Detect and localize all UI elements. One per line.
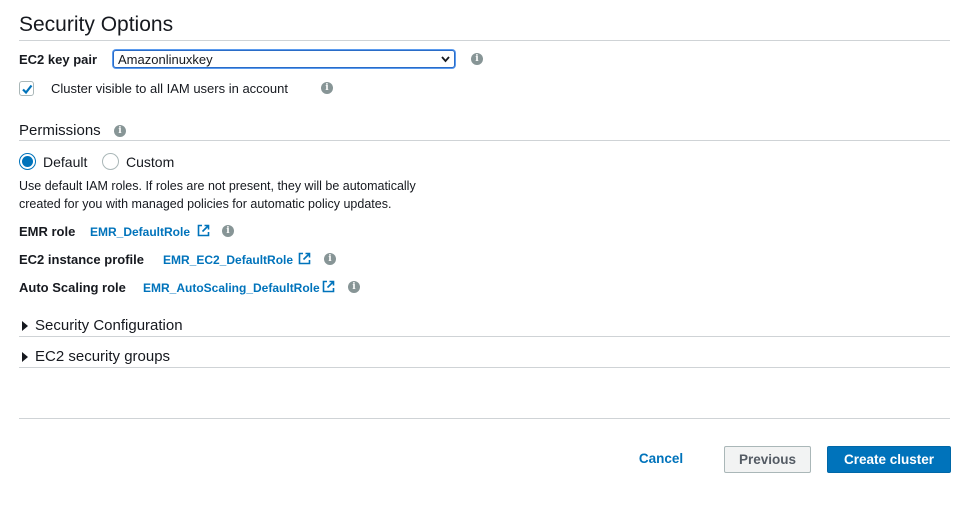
previous-button[interactable]: Previous [724,446,811,473]
auto-scaling-role-label: Auto Scaling role [19,280,126,295]
chevron-down-icon [441,56,450,63]
expander-divider [19,336,950,337]
visibility-label: Cluster visible to all IAM users in acco… [51,81,288,96]
expander-security-configuration[interactable]: Security Configuration [19,316,950,336]
caret-right-icon [22,321,28,331]
permissions-divider [19,140,950,141]
radio-default-label: Default [43,154,88,170]
emr-role-label: EMR role [19,224,76,239]
permissions-description: Use default IAM roles. If roles are not … [19,177,416,213]
external-link-icon[interactable] [298,252,311,265]
ec2-instance-profile-label: EC2 instance profile [19,252,144,267]
auto-scaling-role-info-icon[interactable]: i [348,281,360,293]
permissions-title: Permissions [19,122,101,139]
checkmark-icon [22,84,33,95]
external-link-icon[interactable] [197,224,210,237]
section-divider [19,40,950,41]
key-pair-label: EC2 key pair [19,52,98,67]
expander-divider [19,367,950,368]
cancel-button[interactable]: Cancel [628,446,694,473]
radio-custom[interactable] [102,153,119,170]
external-link-icon[interactable] [322,280,335,293]
permissions-description-line2: created for you with managed policies fo… [19,197,392,211]
visibility-checkbox[interactable] [19,81,34,96]
permissions-info-icon[interactable]: i [114,125,126,137]
caret-right-icon [22,352,28,362]
key-pair-select[interactable]: Amazonlinuxkey [113,50,455,68]
ec2-instance-profile-link[interactable]: EMR_EC2_DefaultRole [163,253,293,267]
emr-role-info-icon[interactable]: i [222,225,234,237]
radio-default[interactable] [19,153,36,170]
ec2-instance-profile-info-icon[interactable]: i [324,253,336,265]
permissions-description-line1: Use default IAM roles. If roles are not … [19,179,416,193]
expander-ec2-security-groups-label: EC2 security groups [35,348,171,365]
key-pair-selected-value: Amazonlinuxkey [118,52,213,67]
footer-divider [19,418,950,419]
section-title: Security Options [19,13,174,36]
expander-security-configuration-label: Security Configuration [35,317,183,334]
key-pair-info-icon[interactable]: i [471,53,483,65]
emr-role-link[interactable]: EMR_DefaultRole [90,225,190,239]
radio-custom-label: Custom [126,154,175,170]
expander-ec2-security-groups[interactable]: EC2 security groups [19,347,950,367]
visibility-info-icon[interactable]: i [321,82,333,94]
create-cluster-button[interactable]: Create cluster [827,446,951,473]
auto-scaling-role-link[interactable]: EMR_AutoScaling_DefaultRole [143,281,320,295]
